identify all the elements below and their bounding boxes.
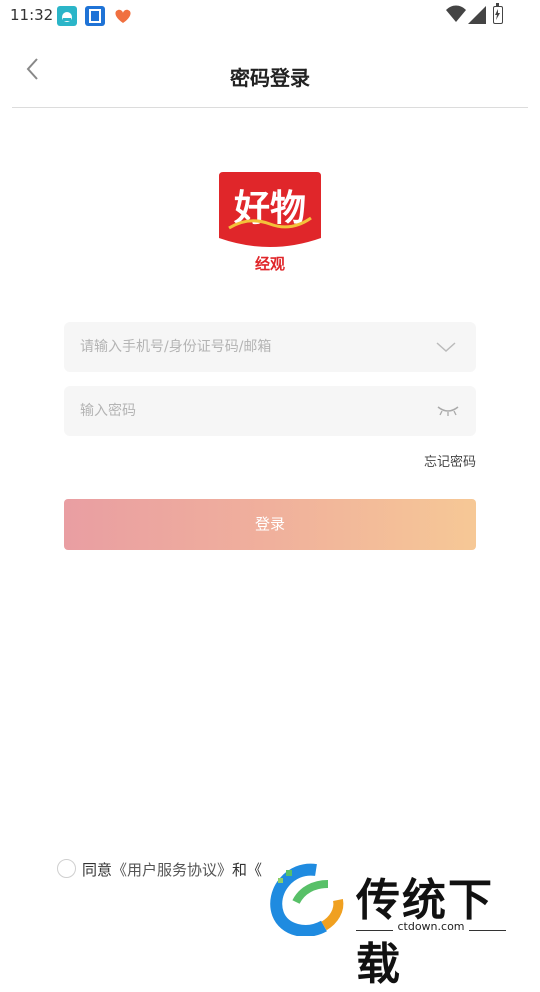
service-agreement-link[interactable]: 《用户服务协议》: [112, 861, 232, 879]
app-notification-icon: [57, 6, 77, 26]
page-title: 密码登录: [230, 66, 310, 90]
status-bar: 11:32: [0, 0, 540, 32]
app-notification-icon: [85, 6, 105, 26]
password-input[interactable]: [80, 386, 420, 436]
watermark-url-text: ctdown.com: [393, 920, 469, 933]
header-divider: [12, 107, 528, 108]
status-time: 11:32: [10, 6, 54, 24]
agreement-conjunction: 和《: [232, 861, 263, 879]
wifi-icon: [446, 5, 466, 27]
svg-text:经观: 经观: [255, 255, 285, 272]
watermark: 传统下载 ctdown.com: [266, 862, 526, 990]
forgot-password-link[interactable]: 忘记密码: [424, 451, 476, 470]
app-logo: 好物 经观: [219, 172, 321, 273]
heart-notification-icon: [112, 6, 134, 26]
account-input[interactable]: [80, 322, 420, 372]
battery-icon: [493, 3, 503, 24]
agreement-prefix: 同意: [82, 861, 113, 879]
login-button[interactable]: 登录: [64, 499, 476, 550]
watermark-logo-icon: [270, 863, 344, 936]
signal-icon: [468, 6, 486, 28]
agreement-checkbox[interactable]: [57, 859, 76, 878]
account-field[interactable]: [64, 322, 476, 372]
password-field[interactable]: [64, 386, 476, 436]
watermark-url: ctdown.com: [356, 920, 506, 933]
chevron-down-icon[interactable]: [436, 337, 456, 357]
eye-closed-icon[interactable]: [436, 403, 460, 419]
agreement-text: 同意《用户服务协议》和《: [82, 859, 262, 880]
